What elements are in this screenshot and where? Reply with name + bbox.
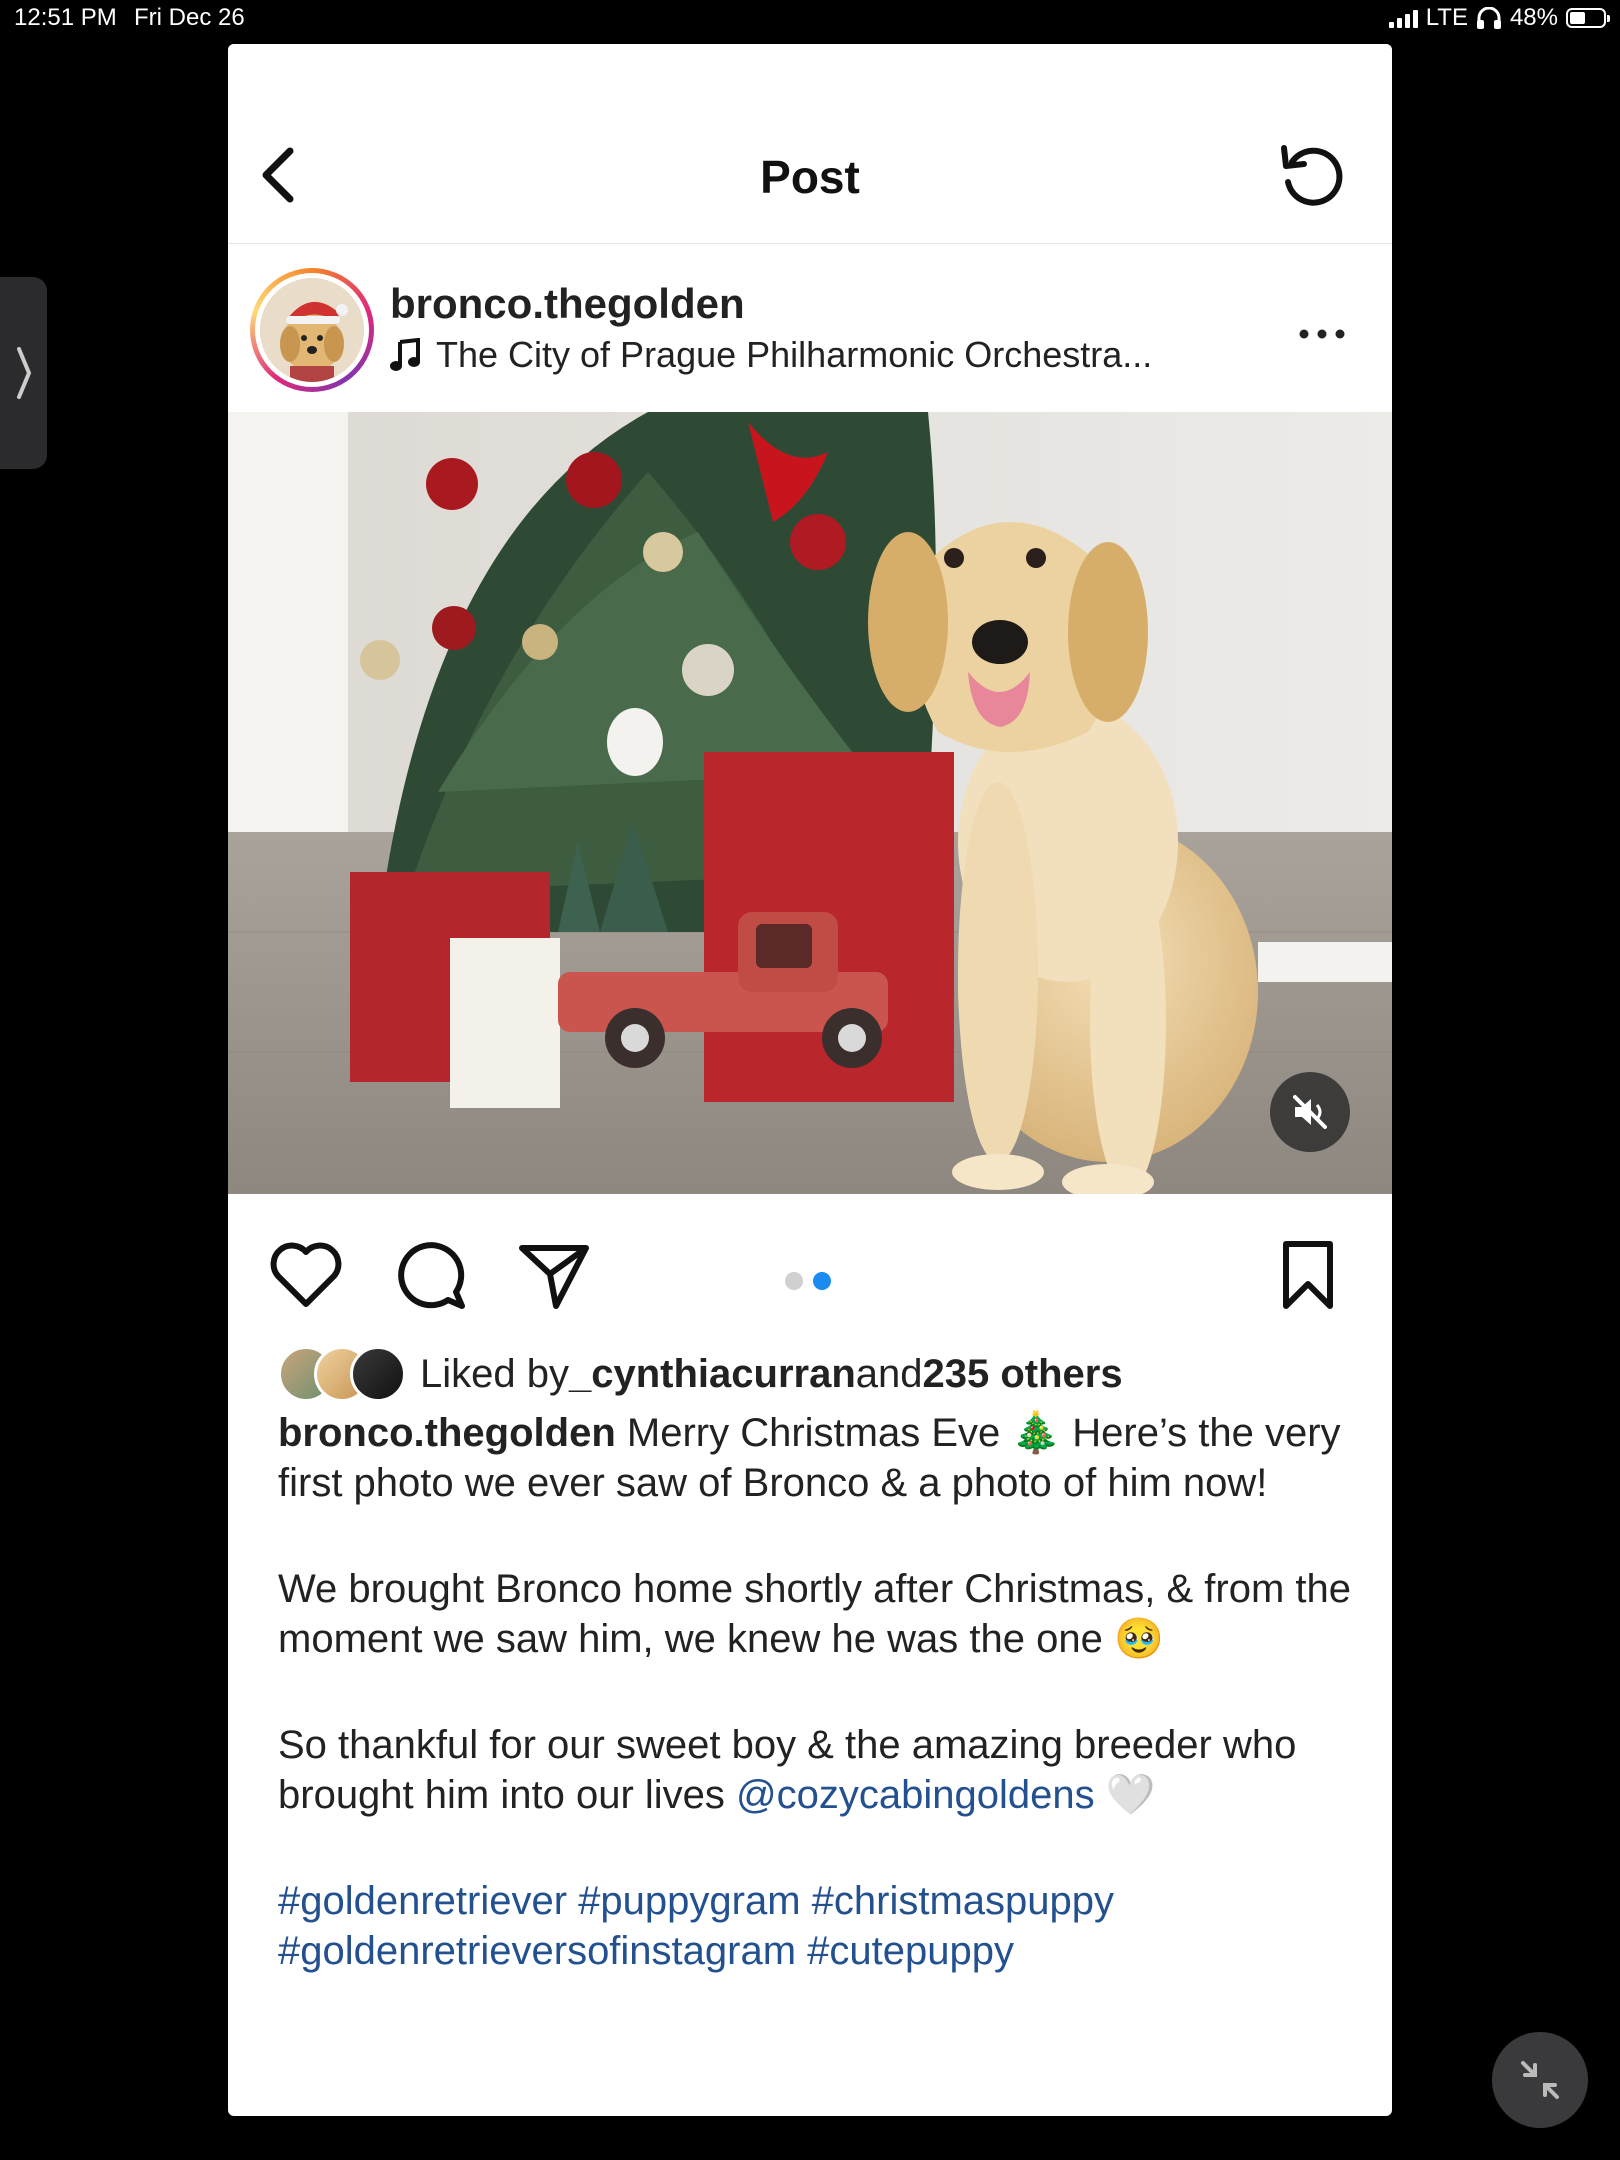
battery-percent: 48% xyxy=(1509,4,1558,31)
page-title: Post xyxy=(760,151,860,203)
post-media[interactable] xyxy=(228,412,1392,1194)
signal-icon xyxy=(1388,8,1418,28)
status-right: LTE 48% xyxy=(1388,4,1610,32)
sidebar-toggle-handle[interactable] xyxy=(0,277,47,469)
audio-title: The City of Prague Philharmonic Orchestr… xyxy=(436,334,1153,375)
avatar xyxy=(260,278,364,382)
golden-retriever-christmas-photo xyxy=(228,412,1392,1194)
app-window: Post bronco.thegolden The City of Prague… xyxy=(228,44,1392,2116)
post-header: bronco.thegolden The City of Prague Phil… xyxy=(228,244,1392,412)
post-username[interactable]: bronco.thegolden xyxy=(390,280,745,328)
story-ring[interactable] xyxy=(250,268,374,392)
breeder-mention-link[interactable]: @cozycabingoldens xyxy=(736,1773,1095,1817)
avatar xyxy=(350,1346,406,1402)
caption-heart-emoji: 🤍 xyxy=(1094,1773,1156,1817)
refresh-icon[interactable] xyxy=(1274,136,1350,212)
music-note-icon xyxy=(390,338,420,371)
caption-hashtags[interactable]: #goldenretriever #puppygram #christmaspu… xyxy=(278,1876,1358,1976)
action-bar xyxy=(228,1234,1392,1324)
audio-track[interactable]: The City of Prague Philharmonic Orchestr… xyxy=(390,334,1152,376)
chevron-right-icon xyxy=(16,347,31,399)
more-options-icon[interactable] xyxy=(1292,324,1352,344)
liker-avatars xyxy=(278,1346,406,1402)
carousel-indicator xyxy=(785,1272,831,1290)
carousel-dot xyxy=(813,1272,831,1290)
battery-icon xyxy=(1566,8,1610,28)
caption-username[interactable]: bronco.thegolden xyxy=(278,1411,616,1455)
dog-santa-avatar-image xyxy=(260,278,364,382)
caption-paragraph-2: We brought Bronco home shortly after Chr… xyxy=(278,1567,1352,1661)
bookmark-icon[interactable] xyxy=(1268,1234,1348,1314)
status-time: 12:51 PM xyxy=(14,4,117,31)
share-icon[interactable] xyxy=(514,1234,594,1314)
status-date: Fri Dec 26 xyxy=(134,4,245,31)
collapse-arrows-icon xyxy=(1521,2061,1559,2099)
carousel-dot xyxy=(785,1272,803,1290)
comment-icon[interactable] xyxy=(392,1234,472,1314)
likes-line[interactable]: Liked by _cynthiacurran and 235 others xyxy=(278,1342,1123,1406)
liker-username[interactable]: _cynthiacurran xyxy=(569,1352,856,1397)
headphones-icon xyxy=(1476,7,1501,29)
top-header: Post xyxy=(228,44,1392,244)
heart-icon[interactable] xyxy=(266,1234,346,1314)
exit-fullscreen-button[interactable] xyxy=(1492,2032,1588,2128)
likes-prefix: Liked by xyxy=(420,1351,569,1396)
battery-fill xyxy=(1570,12,1585,24)
mute-toggle-button[interactable] xyxy=(1270,1072,1350,1152)
network-label: LTE xyxy=(1425,4,1468,31)
likes-count[interactable]: 235 others xyxy=(923,1352,1123,1397)
post-caption: bronco.thegolden Merry Christmas Eve 🎄 H… xyxy=(278,1408,1358,2032)
likes-middle: and xyxy=(855,1351,923,1396)
speaker-muted-icon xyxy=(1293,1095,1327,1129)
status-bar: 12:51 PM Fri Dec 26 LTE 48% xyxy=(0,0,1620,40)
